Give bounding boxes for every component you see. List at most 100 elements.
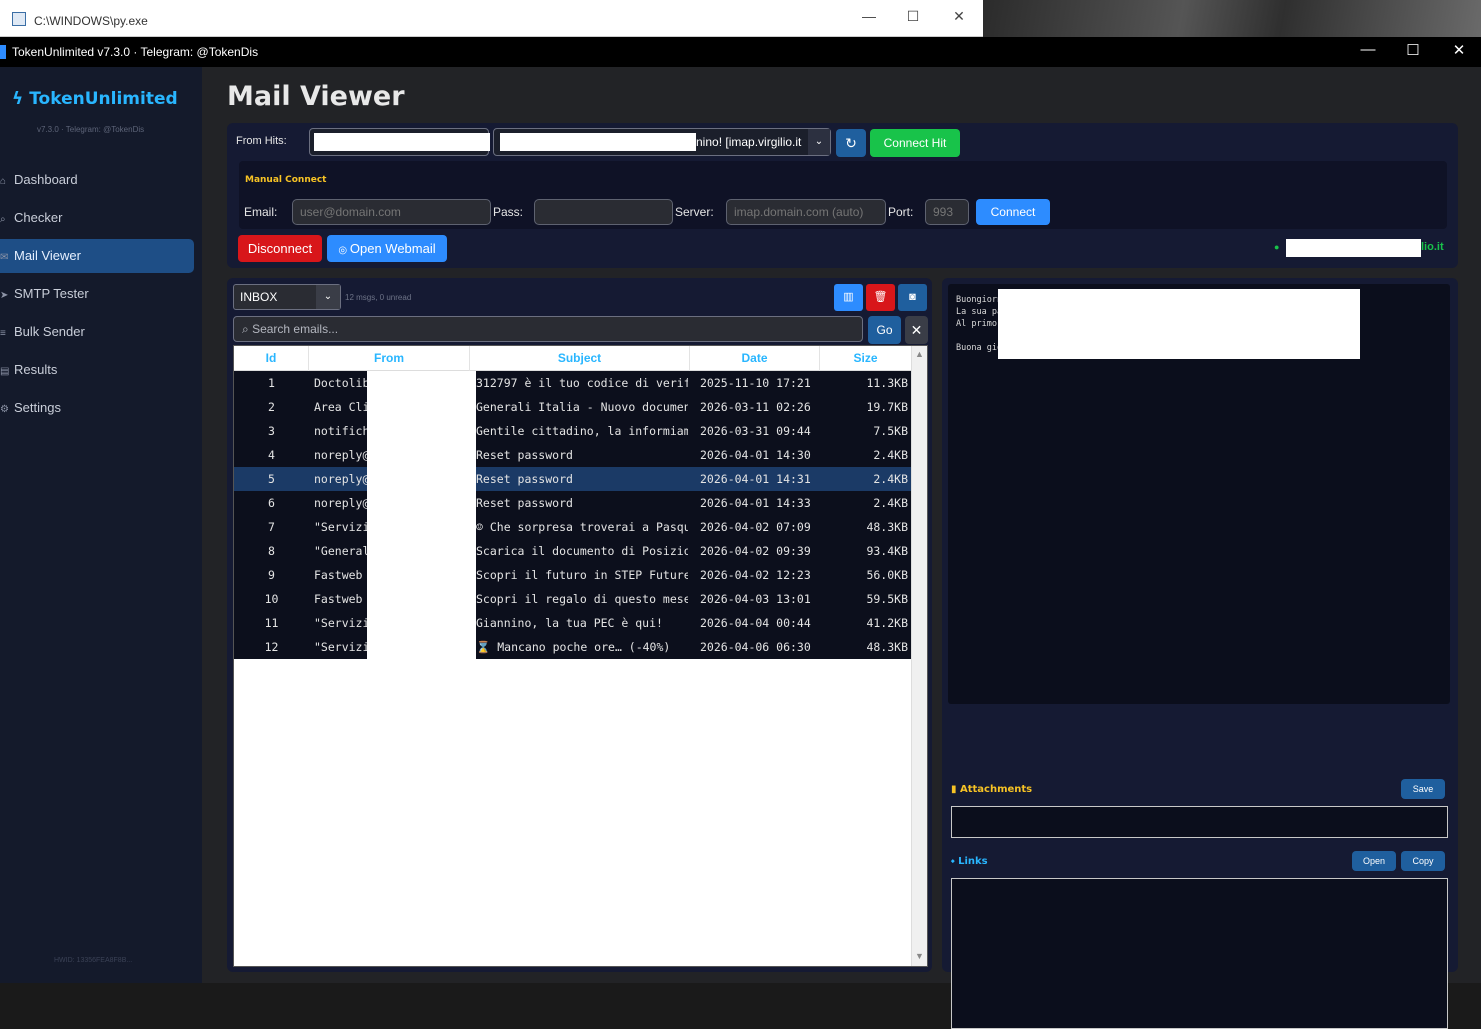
home-icon: ⌂: [0, 176, 7, 187]
main-area: Mail Viewer From Hits: nino! [imap.virgi…: [202, 67, 1481, 1029]
links-title: ⬩ Links: [951, 856, 988, 867]
table-row[interactable]: 3 notifich Gentile cittadino, la informiam…: [234, 419, 912, 443]
cell-size: 48.3KB: [866, 520, 908, 534]
cell-date: 2026-04-02 12:23: [700, 568, 811, 582]
console-close-icon[interactable]: ✕: [949, 8, 969, 25]
password-field[interactable]: [534, 199, 673, 225]
disconnect-button[interactable]: Disconnect: [238, 235, 322, 262]
port-field[interactable]: [925, 199, 969, 225]
read-button[interactable]: ▥: [834, 284, 863, 311]
chevron-down-icon[interactable]: ⌄: [808, 129, 830, 155]
table-row[interactable]: 10 Fastweb Scopri il regalo di questo mese…: [234, 587, 912, 611]
cell-subject: Reset password: [476, 448, 573, 462]
manual-connect-title: Manual Connect: [245, 175, 327, 185]
sidebar: ϟ TokenUnlimited v7.3.0 · Telegram: @Toke…: [0, 67, 202, 983]
cell-date: 2026-04-03 13:01: [700, 592, 811, 606]
cell-id: 8: [268, 544, 275, 558]
cell-id: 3: [268, 424, 275, 438]
console-maximize-icon[interactable]: ☐: [903, 8, 923, 25]
screenshot-button[interactable]: ◙: [898, 284, 927, 311]
table-row[interactable]: 1 Doctolib 312797 è il tuo codice di verif…: [234, 371, 912, 395]
minimize-icon[interactable]: —: [1356, 41, 1380, 58]
copy-link-button[interactable]: Copy: [1401, 851, 1445, 871]
gear-icon: ⚙: [0, 404, 9, 415]
attachments-label: Attachments: [959, 784, 1033, 795]
cell-date: 2026-04-06 06:30: [700, 640, 811, 654]
col-size[interactable]: Size: [820, 346, 912, 371]
close-icon[interactable]: ✕: [1447, 41, 1471, 59]
cell-size: 2.4KB: [873, 496, 908, 510]
sidebar-item-label: Dashboard: [14, 172, 78, 187]
message-count: 12 msgs, 0 unread: [345, 293, 412, 302]
clear-search-button[interactable]: ✕: [905, 316, 928, 344]
connect-button[interactable]: Connect: [976, 199, 1050, 225]
refresh-button[interactable]: ↻: [836, 129, 866, 157]
cell-size: 11.3KB: [866, 376, 908, 390]
scrollbar[interactable]: ▲ ▼: [911, 346, 927, 966]
redacted-field: [500, 133, 696, 151]
attachments-title: ▮ Attachments: [951, 784, 1032, 795]
server-field[interactable]: [726, 199, 886, 225]
sidebar-item-dashboard[interactable]: ⌂ Dashboard: [0, 163, 194, 197]
hits-filter-combo[interactable]: [309, 128, 490, 156]
cell-subject: 312797 è il tuo codice di verifica: [476, 376, 688, 390]
search-placeholder: Search emails...: [252, 322, 339, 336]
open-webmail-button[interactable]: ◎ Open Webmail: [327, 235, 447, 262]
cell-id: 10: [264, 592, 279, 606]
save-button[interactable]: Save: [1401, 779, 1445, 799]
cell-id: 7: [268, 520, 275, 534]
delete-button[interactable]: 🗑: [866, 284, 895, 311]
go-button[interactable]: Go: [868, 316, 901, 344]
table-row[interactable]: 9 Fastweb Scopri il futuro in STEP Future 2…: [234, 563, 912, 587]
table-row[interactable]: 2 Area Cli Generali Italia - Nuovo documen…: [234, 395, 912, 419]
redacted-status: [1286, 239, 1421, 257]
redacted-body: [998, 289, 1360, 359]
email-field[interactable]: [292, 199, 491, 225]
table-row[interactable]: 8 "General Scarica il documento di Posizio…: [234, 539, 912, 563]
col-date[interactable]: Date: [690, 346, 820, 371]
cell-subject: ☺ Che sorpresa troverai a Pasqua: [476, 520, 688, 534]
chevron-down-icon[interactable]: ⌄: [316, 285, 340, 309]
scroll-up-icon[interactable]: ▲: [915, 349, 924, 359]
console-minimize-icon[interactable]: —: [859, 8, 879, 24]
sidebar-item-bulk-sender[interactable]: ≡ Bulk Sender: [0, 315, 194, 349]
connect-hit-button[interactable]: Connect Hit: [870, 129, 960, 157]
links-list[interactable]: [951, 878, 1448, 1029]
col-subject[interactable]: Subject: [470, 346, 690, 371]
cell-date: 2026-04-01 14:33: [700, 496, 811, 510]
server-label: Server:: [675, 205, 714, 219]
page-title: Mail Viewer: [227, 81, 405, 112]
cell-date: 2026-04-01 14:31: [700, 472, 811, 486]
redacted-from-column: [367, 371, 476, 659]
hit-select[interactable]: nino! [imap.virgilio.it ⌄: [493, 128, 831, 156]
app-titlebar: TokenUnlimited v7.3.0 · Telegram: @Token…: [0, 37, 1481, 67]
sidebar-item-mail-viewer[interactable]: ✉ Mail Viewer: [0, 239, 194, 273]
sidebar-item-label: Settings: [14, 400, 61, 415]
sidebar-item-smtp-tester[interactable]: ➤ SMTP Tester: [0, 277, 194, 311]
table-row[interactable]: 6 noreply@ Reset password 2026-04-01 14:33 2…: [234, 491, 912, 515]
folder-select[interactable]: INBOX ⌄: [233, 284, 341, 310]
col-id[interactable]: Id: [234, 346, 309, 371]
search-icon: ⌕: [0, 214, 6, 225]
attachments-list[interactable]: [951, 806, 1448, 838]
sidebar-item-label: Bulk Sender: [14, 324, 85, 339]
redacted-field: [314, 133, 490, 151]
table-row[interactable]: 5 noreply@ Reset password 2026-04-01 14:31 2…: [234, 467, 912, 491]
stack-icon: ≡: [0, 328, 6, 339]
table-row[interactable]: 7 "Servizi ☺ Che sorpresa troverai a Pasqu…: [234, 515, 912, 539]
cell-size: 7.5KB: [873, 424, 908, 438]
table-row[interactable]: 11 "Servizi Giannino, la tua PEC è qui! 202…: [234, 611, 912, 635]
cell-date: 2026-04-02 09:39: [700, 544, 811, 558]
sidebar-item-results[interactable]: ▤ Results: [0, 353, 194, 387]
scroll-down-icon[interactable]: ▼: [915, 951, 924, 961]
table-row[interactable]: 12 "Servizi ⌛ Mancano poche ore… (-40%) 202…: [234, 635, 912, 659]
col-from[interactable]: From: [309, 346, 470, 371]
open-link-button[interactable]: Open: [1352, 851, 1396, 871]
maximize-icon[interactable]: ☐: [1401, 41, 1425, 59]
table-row[interactable]: 4 noreply@ Reset password 2026-04-01 14:30 2…: [234, 443, 912, 467]
sidebar-item-settings[interactable]: ⚙ Settings: [0, 391, 194, 425]
search-input[interactable]: ⌕ Search emails...: [233, 316, 863, 342]
sidebar-item-checker[interactable]: ⌕ Checker: [0, 201, 194, 235]
cell-id: 1: [268, 376, 275, 390]
cell-id: 2: [268, 400, 275, 414]
